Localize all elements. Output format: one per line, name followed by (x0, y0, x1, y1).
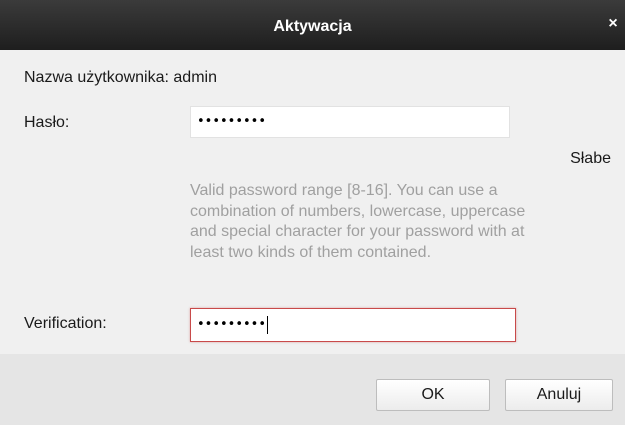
title-bar: Aktywacja × (0, 0, 625, 50)
password-value: ••••••••• (197, 114, 267, 129)
activation-dialog: Aktywacja × Nazwa użytkownika: admin Has… (0, 0, 625, 425)
cancel-button[interactable]: Anuluj (505, 379, 613, 411)
verification-input[interactable]: ••••••••• (190, 308, 516, 342)
verification-value: ••••••••• (197, 317, 267, 332)
dialog-title: Aktywacja (273, 18, 352, 35)
text-caret (267, 315, 269, 334)
dialog-footer: OK Anuluj (0, 354, 625, 425)
username-text: Nazwa użytkownika: admin (24, 69, 217, 86)
password-input[interactable]: ••••••••• (190, 106, 510, 138)
close-icon[interactable]: × (605, 14, 621, 34)
password-label: Hasło: (24, 114, 70, 131)
password-strength-text: Słabe (570, 150, 611, 167)
ok-button[interactable]: OK (376, 379, 490, 411)
password-hint-text: Valid password range [8-16]. You can use… (190, 182, 526, 261)
verification-label: Verification: (24, 315, 107, 332)
dialog-body: Nazwa użytkownika: admin Hasło: ••••••••… (0, 50, 625, 354)
